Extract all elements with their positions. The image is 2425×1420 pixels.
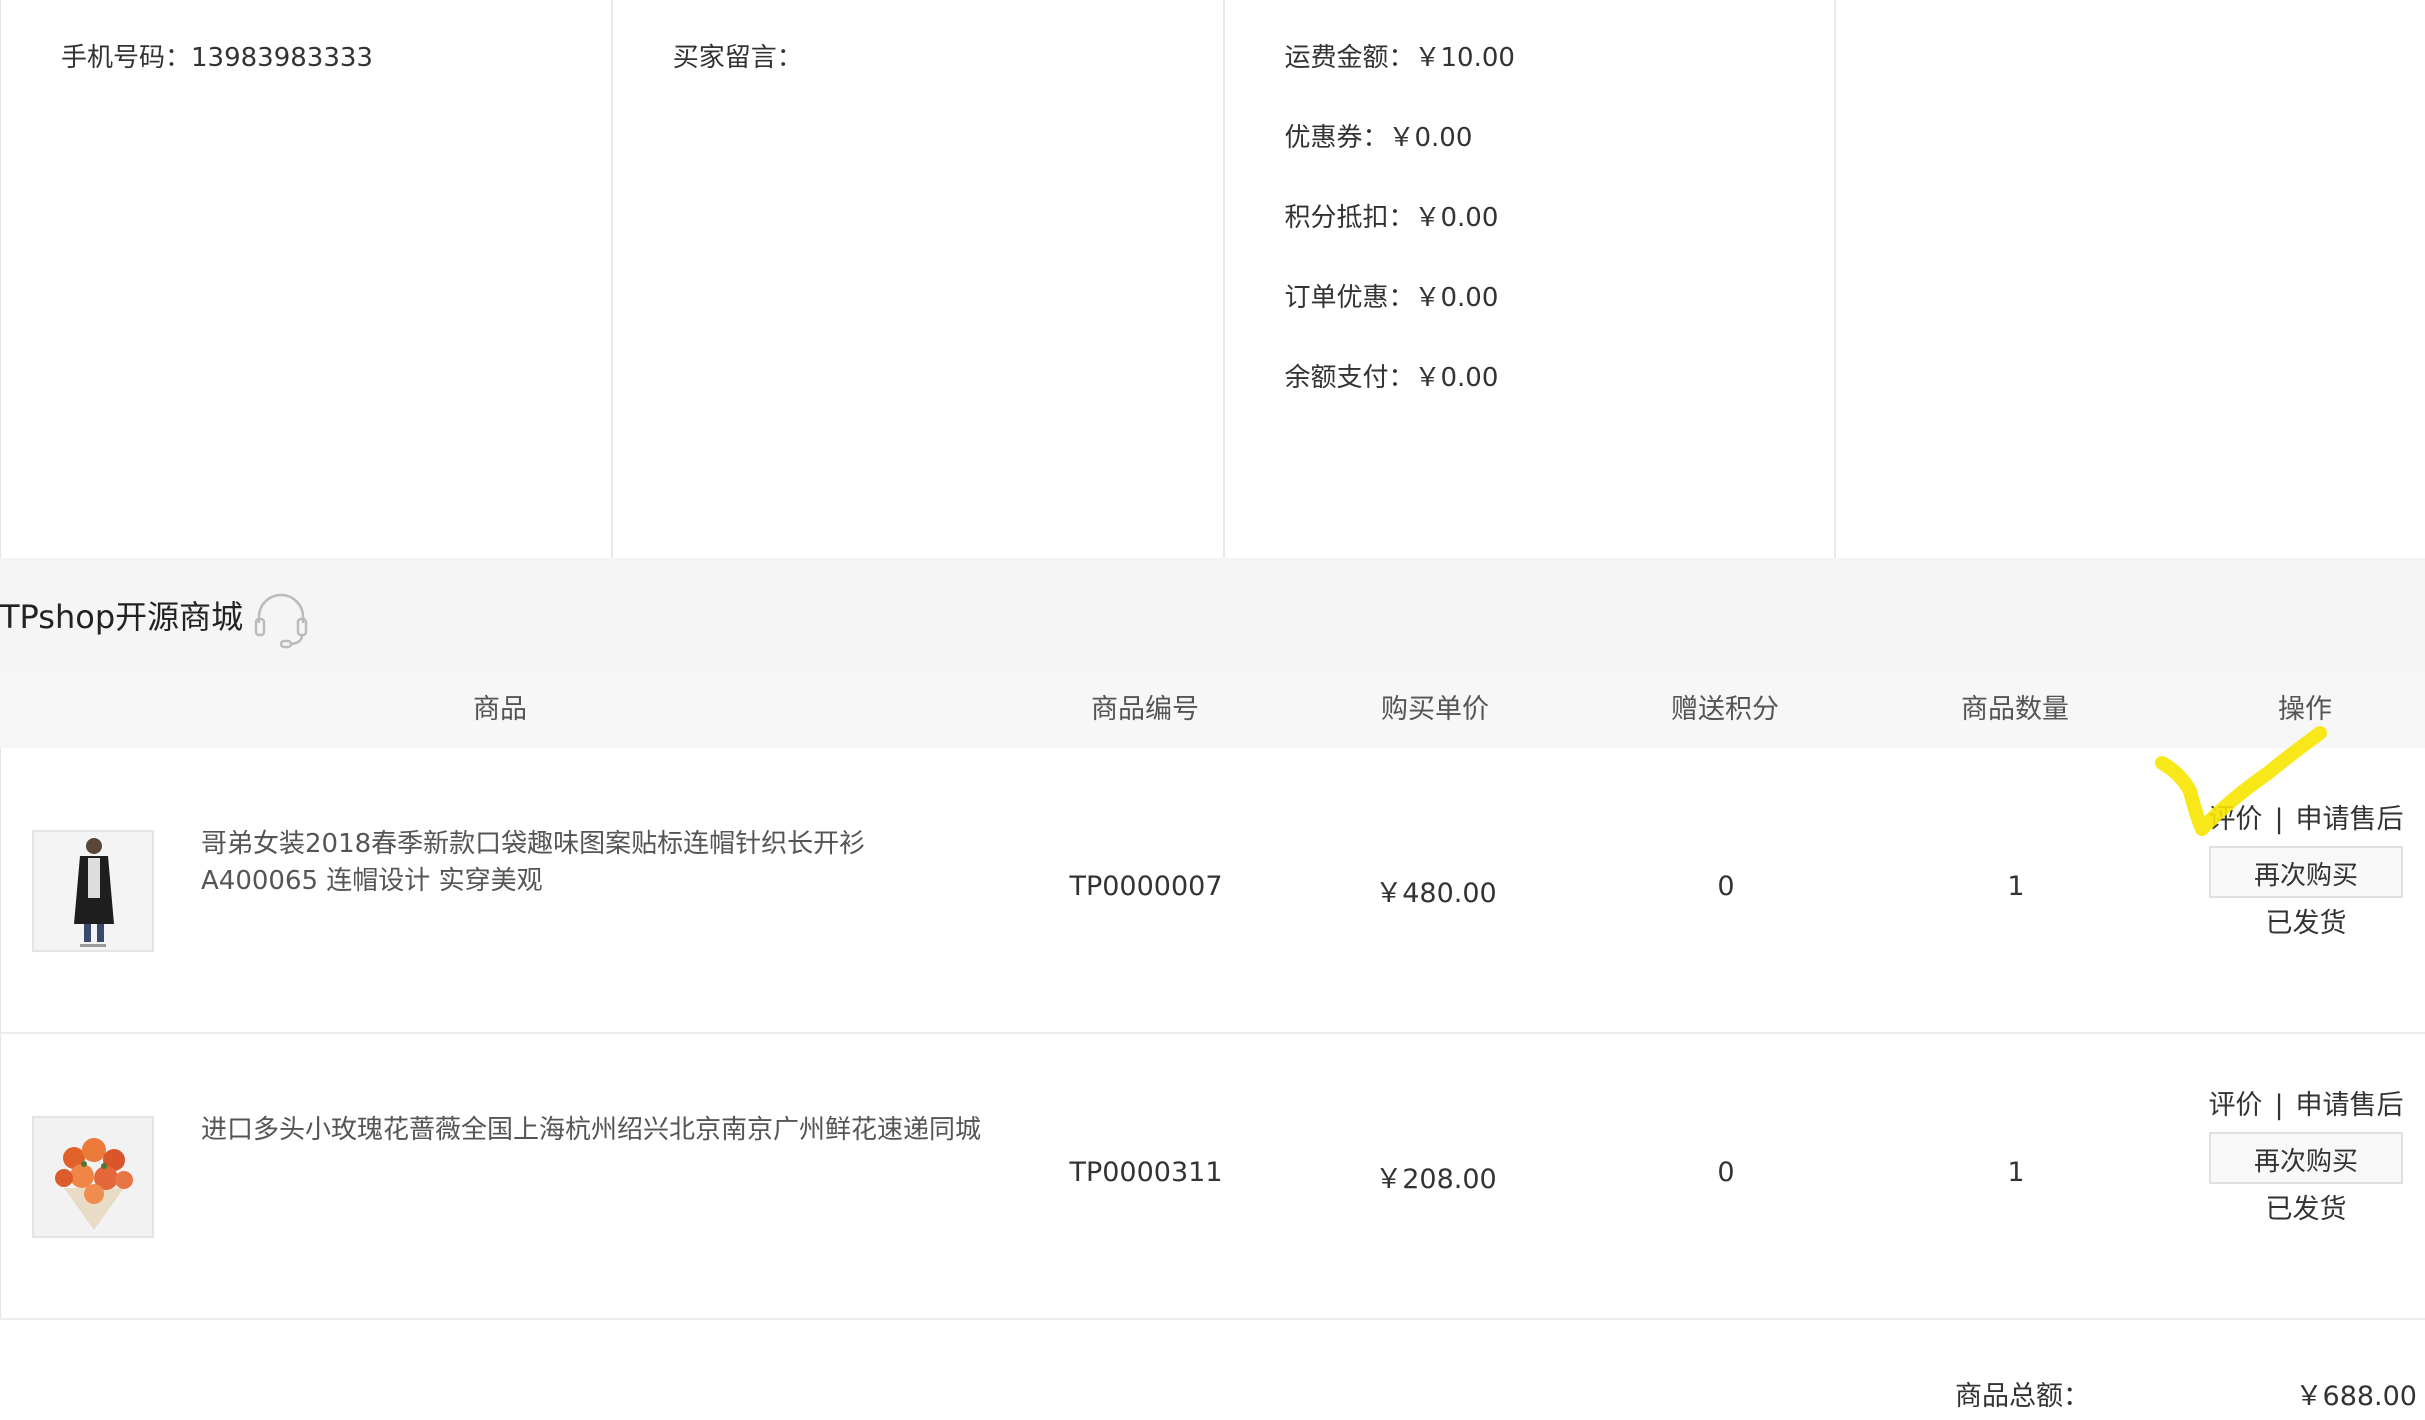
fees-column: 运费金额：￥10.00 优惠券：￥0.00 积分抵扣：￥0.00 订单优惠：￥0…	[1225, 0, 1837, 558]
shipping-fee: 运费金额：￥10.00	[1284, 43, 1515, 73]
product-name-link[interactable]: 进口多头小玫瑰花蔷薇全国上海杭州绍兴北京南京广州鲜花速递同城	[201, 1112, 981, 1149]
rebuy-button[interactable]: 再次购买	[2209, 1132, 2403, 1184]
row-actions: 评价 | 申请售后 再次购买 已发货	[2191, 800, 2421, 944]
product-points: 0	[1717, 1157, 1735, 1188]
product-price: ￥208.00	[1375, 1164, 1497, 1195]
header-sku: 商品编号	[1091, 694, 1199, 725]
after-sale-link[interactable]: 申请售后	[2296, 1090, 2404, 1121]
header-actions: 操作	[2278, 694, 2332, 725]
product-points: 0	[1717, 871, 1735, 902]
product-name-link[interactable]: 哥弟女装2018春季新款口袋趣味图案贴标连帽针织长开衫A400065 连帽设计 …	[201, 826, 981, 900]
order-discount: 订单优惠：￥0.00	[1284, 283, 1499, 313]
table-header: 商品 商品编号 购买单价 赠送积分 商品数量 操作	[0, 672, 2425, 748]
product-price: ￥480.00	[1375, 878, 1497, 909]
action-links: 评价 | 申请售后	[2191, 1086, 2421, 1126]
after-sale-link[interactable]: 申请售后	[2296, 804, 2404, 835]
roses-image-icon	[34, 1118, 152, 1236]
phone-number: 手机号码：13983983333	[61, 43, 373, 73]
shop-bar: TPshop开源商城	[0, 558, 2425, 672]
headset-icon[interactable]	[251, 589, 311, 649]
header-points: 赠送积分	[1671, 694, 1779, 725]
action-separator: |	[2274, 804, 2284, 835]
contact-column: 手机号码：13983983333	[1, 0, 613, 558]
points-deduction: 积分抵扣：￥0.00	[1284, 203, 1499, 233]
product-thumbnail[interactable]	[32, 1116, 154, 1238]
order-detail-page: 手机号码：13983983333 买家留言： 运费金额：￥10.00 优惠券：￥…	[0, 0, 2425, 1420]
product-quantity: 1	[2007, 871, 2025, 902]
balance-payment: 余额支付：￥0.00	[1284, 363, 1499, 393]
header-quantity: 商品数量	[1961, 694, 2069, 725]
table-row: 哥弟女装2018春季新款口袋趣味图案贴标连帽针织长开衫A400065 连帽设计 …	[0, 748, 2425, 1034]
empty-column	[1836, 0, 2425, 558]
shipping-status: 已发货	[2265, 908, 2347, 939]
buyer-note: 买家留言：	[672, 43, 803, 73]
order-info-panel: 手机号码：13983983333 买家留言： 运费金额：￥10.00 优惠券：￥…	[0, 0, 2425, 558]
total-label: 商品总额：	[1955, 1381, 2090, 1412]
header-product: 商品	[473, 694, 527, 725]
action-links: 评价 | 申请售后	[2191, 800, 2421, 840]
review-link[interactable]: 评价	[2208, 804, 2262, 835]
product-sku: TP0000311	[1069, 1157, 1223, 1188]
row-actions: 评价 | 申请售后 再次购买 已发货	[2191, 1086, 2421, 1230]
table-row: 进口多头小玫瑰花蔷薇全国上海杭州绍兴北京南京广州鲜花速递同城 TP0000311…	[0, 1034, 2425, 1320]
review-link[interactable]: 评价	[2208, 1090, 2262, 1121]
action-separator: |	[2274, 1090, 2284, 1121]
shipping-status: 已发货	[2265, 1194, 2347, 1225]
product-thumbnail[interactable]	[32, 830, 154, 952]
total-value: ￥688.00	[2295, 1381, 2417, 1412]
shop-name[interactable]: TPshop开源商城	[0, 592, 243, 638]
product-quantity: 1	[2007, 1157, 2025, 1188]
rebuy-button[interactable]: 再次购买	[2209, 846, 2403, 898]
note-column: 买家留言：	[613, 0, 1225, 558]
coupon-discount: 优惠券：￥0.00	[1284, 123, 1473, 153]
product-sku: TP0000007	[1069, 871, 1223, 902]
cardigan-image-icon	[34, 832, 152, 950]
header-unit-price: 购买单价	[1381, 694, 1489, 725]
